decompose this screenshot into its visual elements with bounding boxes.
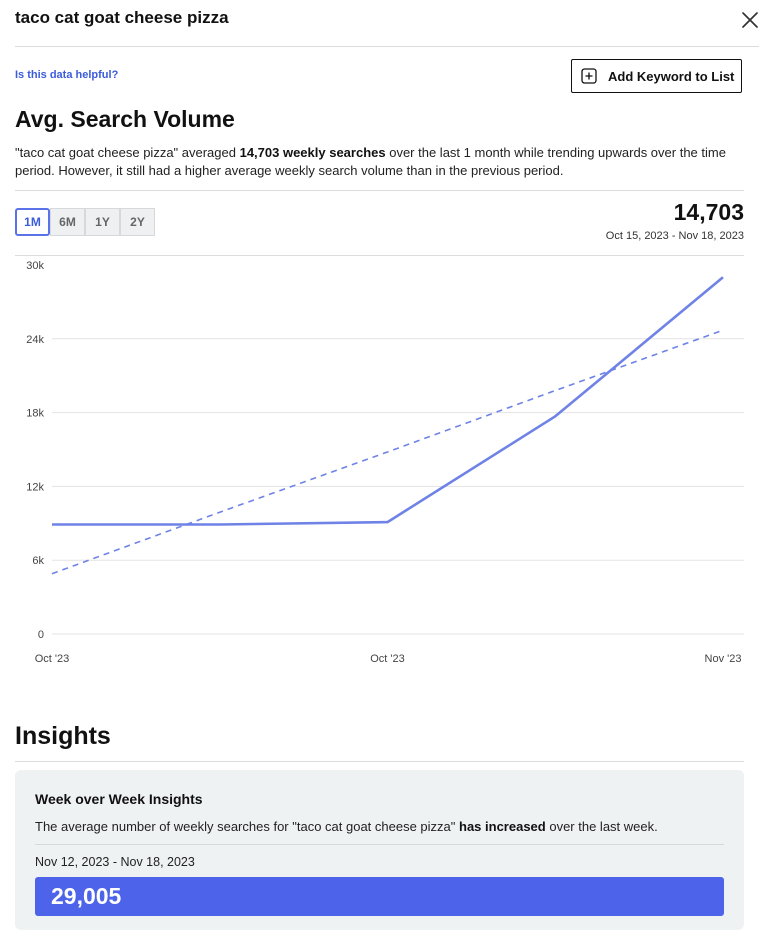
close-button[interactable] [738,8,762,32]
header-divider [15,46,759,47]
volume-date-range: Oct 15, 2023 - Nov 18, 2023 [605,230,744,242]
card-date-range: Nov 12, 2023 - Nov 18, 2023 [35,855,195,869]
y-tick-label: 0 [38,629,44,641]
x-tick-label: Nov '23 [705,653,742,665]
week-over-week-card: Week over Week Insights The average numb… [15,770,744,930]
trend-line [51,329,724,575]
insights-divider [15,761,744,762]
y-axis-labels: 0 6k 12k 18k 24k 30k [26,260,44,641]
add-keyword-button[interactable]: Add Keyword to List [571,59,742,93]
range-2y-button[interactable]: 2Y [120,208,155,236]
y-tick-label: 24k [26,334,44,346]
summary-text-start: "taco cat goat cheese pizza" averaged [15,145,240,160]
range-1y-button[interactable]: 1Y [85,208,120,236]
y-tick-label: 6k [32,555,44,567]
keyword-title: taco cat goat cheese pizza [15,8,229,27]
card-text-start: The average number of weekly searches fo… [35,819,460,834]
range-selector: 1M 6M 1Y 2Y [15,208,155,236]
grid-lines [52,338,744,635]
volume-summary: "taco cat goat cheese pizza" averaged 14… [15,144,745,180]
card-text-highlight: has increased [459,819,546,834]
chart-top-divider [15,255,744,256]
card-text: The average number of weekly searches fo… [35,819,658,834]
data-helpful-link[interactable]: Is this data helpful? [15,69,118,81]
average-volume-value: 14,703 [673,199,744,225]
weekly-value: 29,005 [51,883,122,909]
y-tick-label: 12k [26,481,44,493]
y-tick-label: 30k [26,260,44,272]
range-6m-button[interactable]: 6M [50,208,85,236]
close-icon [742,12,758,28]
search-volume-chart: 0 6k 12k 18k 24k 30k Oct '23 Oct '23 Nov '23 [26,260,744,665]
series-lines [51,276,724,575]
card-text-end: over the last week. [545,819,658,834]
range-1m-button[interactable]: 1M [15,208,50,236]
volume-line [52,276,724,526]
x-tick-label: Oct '23 [370,653,405,665]
panel-header: taco cat goat cheese pizza [0,0,774,46]
x-axis-labels: Oct '23 Oct '23 Nov '23 [35,653,742,665]
weekly-value-bar: 29,005 [35,877,724,916]
insights-title: Insights [15,722,111,750]
summary-divider [15,190,744,191]
card-divider [35,844,724,845]
y-tick-label: 18k [26,408,44,420]
plus-square-icon [581,68,597,84]
summary-highlight: 14,703 weekly searches [239,145,386,160]
x-tick-label: Oct '23 [35,653,70,665]
search-volume-title: Avg. Search Volume [15,106,235,132]
add-keyword-label: Add Keyword to List [608,68,735,84]
card-title: Week over Week Insights [35,791,203,807]
